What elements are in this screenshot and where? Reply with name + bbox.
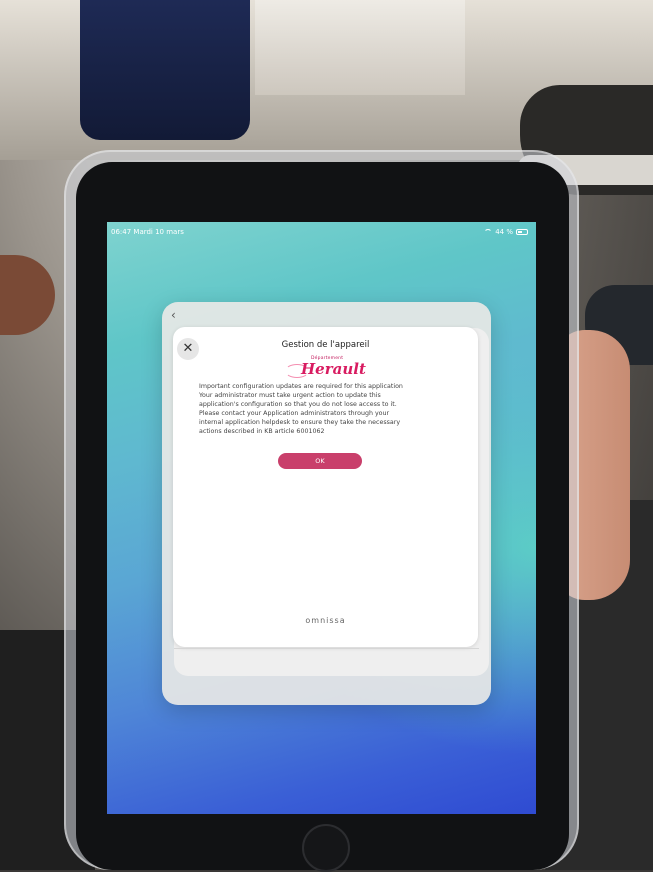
message-line: internal application helpdesk to ensure … <box>199 418 401 426</box>
status-indicators: 44 % <box>484 228 528 236</box>
modal-sheet: ‹ ✕ Gestion de l'appareil Département He… <box>162 302 491 705</box>
message-line: Your administrator must take urgent acti… <box>199 391 381 399</box>
omnissa-brand: omnissa <box>305 616 346 625</box>
back-chevron-icon[interactable]: ‹ <box>171 309 181 321</box>
ok-button[interactable]: OK <box>278 453 362 469</box>
background-object <box>255 0 465 95</box>
battery-percent: 44 % <box>495 228 513 236</box>
message-line: application's configuration so that you … <box>199 400 397 408</box>
message-line: Please contact your Application administ… <box>199 409 390 417</box>
status-time-date: 06:47 Mardi 10 mars <box>111 228 184 236</box>
status-bar: 06:47 Mardi 10 mars 44 % <box>107 226 536 240</box>
message-line: actions described in KB article 6001062 <box>199 427 325 435</box>
herault-logo: Département Herault <box>271 355 381 381</box>
tablet-screen: 06:47 Mardi 10 mars 44 % ‹ ✕ Gestion de … <box>107 222 536 814</box>
wifi-icon <box>484 229 493 235</box>
dialog-title: Gestion de l'appareil <box>281 340 370 350</box>
battery-icon <box>516 229 528 235</box>
background-object <box>80 0 250 140</box>
device-management-dialog: ✕ Gestion de l'appareil Département Hera… <box>173 327 478 647</box>
home-button[interactable] <box>302 824 350 872</box>
message-line: Important configuration updates are requ… <box>199 383 403 390</box>
divider <box>174 648 479 649</box>
logo-herault-text: Herault <box>301 360 366 378</box>
dialog-message: Important configuration updates are requ… <box>199 383 454 436</box>
